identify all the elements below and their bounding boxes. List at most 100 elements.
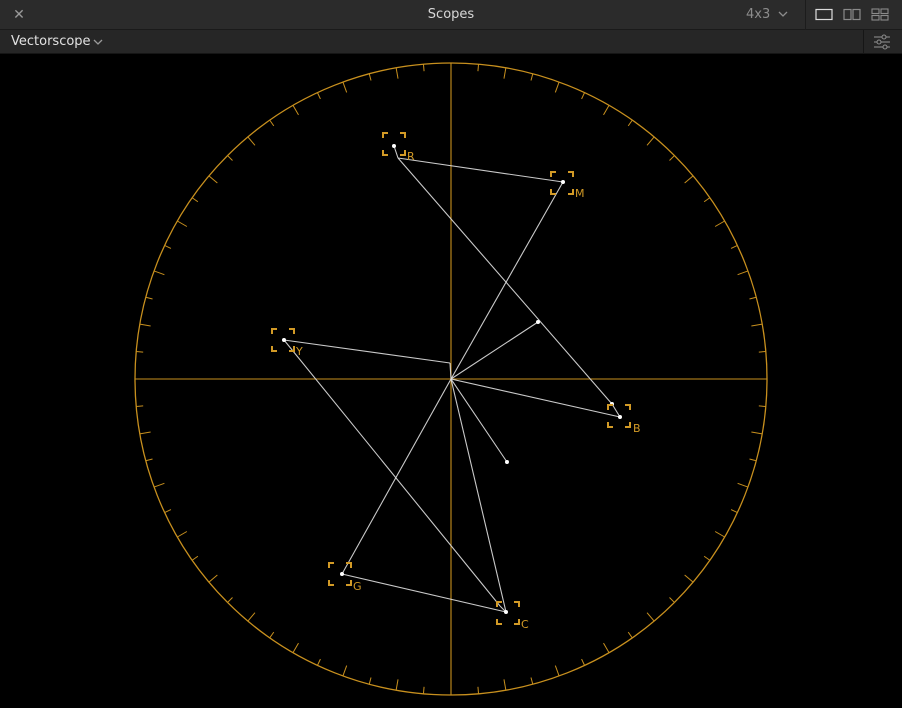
graticule-tick xyxy=(684,574,694,583)
graticule-tick xyxy=(136,350,144,353)
target-label: R xyxy=(407,150,415,163)
dual-view-icon[interactable] xyxy=(843,8,861,21)
graticule-tick xyxy=(191,197,199,203)
graticule-tick xyxy=(730,509,738,514)
graticule-tick xyxy=(581,92,586,100)
graticule-tick xyxy=(136,405,144,408)
trace-segment xyxy=(397,157,564,183)
graticule-tick xyxy=(477,686,480,694)
graticule-tick xyxy=(627,119,633,127)
graticule-tick xyxy=(247,612,256,622)
vectorscope-display: R M Y B G C xyxy=(0,54,902,704)
target-c: C xyxy=(496,601,529,631)
graticule-tick xyxy=(751,323,763,327)
target-b: B xyxy=(607,404,641,435)
graticule-tick xyxy=(208,574,218,583)
graticule-tick xyxy=(247,136,256,146)
graticule-tick xyxy=(503,679,507,691)
graticule-tick xyxy=(269,119,275,127)
chevron-down-icon[interactable] xyxy=(776,6,790,22)
graticule-tick xyxy=(646,612,655,622)
graticule-tick xyxy=(603,105,610,116)
graticule-tick xyxy=(316,658,321,666)
graticule-tick xyxy=(730,244,738,249)
target-label: C xyxy=(521,618,529,631)
graticule-tick xyxy=(395,679,399,691)
graticule-tick xyxy=(422,64,425,72)
graticule-tick xyxy=(342,81,348,93)
graticule-tick xyxy=(139,431,151,435)
graticule-tick xyxy=(368,677,372,685)
graticule-tick xyxy=(749,458,757,462)
trace-segment xyxy=(450,321,539,380)
graticule-tick xyxy=(153,270,165,276)
graticule-tick xyxy=(342,665,348,677)
graticule-tick xyxy=(368,73,372,81)
trace-point xyxy=(504,610,508,614)
graticule-tick xyxy=(669,597,675,603)
graticule-tick xyxy=(292,642,299,653)
target-label: B xyxy=(633,422,641,435)
graticule-tick xyxy=(395,67,399,79)
graticule-tick xyxy=(503,67,507,79)
graticule-tick xyxy=(530,73,534,81)
trace-point xyxy=(505,460,509,464)
graticule-tick xyxy=(145,458,153,462)
trace-segment xyxy=(283,339,451,364)
trace-point xyxy=(340,572,344,576)
graticule-tick xyxy=(646,136,655,146)
trace-segment xyxy=(450,181,564,380)
settings-sliders-icon[interactable] xyxy=(873,34,891,50)
scope-type-select[interactable]: Vectorscope xyxy=(11,34,91,49)
graticule-tick xyxy=(737,270,749,276)
graticule-tick xyxy=(758,350,766,353)
quad-view-icon[interactable] xyxy=(871,8,889,21)
target-label: M xyxy=(575,187,585,200)
graticule-tick xyxy=(684,175,694,184)
graticule-tick xyxy=(751,431,763,435)
divider xyxy=(805,0,806,30)
graticule-tick xyxy=(292,105,299,116)
chevron-down-icon[interactable] xyxy=(92,35,104,49)
title-bar: ✕ Scopes 4x3 xyxy=(0,0,902,30)
graticule-tick xyxy=(758,405,766,408)
graticule-tick xyxy=(554,665,560,677)
graticule-tick xyxy=(208,175,218,184)
trace-segment xyxy=(341,573,507,613)
graticule-tick xyxy=(177,531,188,538)
color-targets: R M Y B G C xyxy=(271,132,641,631)
trace-point xyxy=(536,320,540,324)
graticule-tick xyxy=(703,555,711,561)
graticule-tick xyxy=(530,677,534,685)
graticule-tick xyxy=(139,323,151,327)
trace-segment xyxy=(450,378,507,613)
graticule-tick xyxy=(554,81,560,93)
graticule-tick xyxy=(269,631,275,639)
trace-point xyxy=(561,180,565,184)
graticule-tick xyxy=(177,220,188,227)
graticule-tick xyxy=(227,155,233,161)
trace-segment xyxy=(283,339,501,607)
aspect-ratio-select[interactable]: 4x3 xyxy=(746,7,770,22)
graticule-tick xyxy=(164,509,172,514)
graticule-tick xyxy=(164,244,172,249)
graticule-tick xyxy=(581,658,586,666)
graticule-tick xyxy=(714,531,725,538)
target-label: G xyxy=(353,580,362,593)
graticule-tick xyxy=(714,220,725,227)
graticule-tick xyxy=(627,631,633,639)
graticule-tick xyxy=(191,555,199,561)
graticule-tick xyxy=(153,482,165,488)
graticule-tick xyxy=(477,64,480,72)
trace-point xyxy=(282,338,286,342)
trace-point xyxy=(618,415,622,419)
trace-segment xyxy=(341,378,452,575)
graticule-tick xyxy=(703,197,711,203)
graticule-tick xyxy=(603,642,610,653)
trace-point xyxy=(392,144,396,148)
single-view-icon[interactable] xyxy=(815,8,833,21)
vectorscope-graticule: R M Y B G C xyxy=(134,62,768,696)
graticule-tick xyxy=(227,597,233,603)
graticule-tick xyxy=(669,155,675,161)
trace-segment xyxy=(450,378,508,463)
